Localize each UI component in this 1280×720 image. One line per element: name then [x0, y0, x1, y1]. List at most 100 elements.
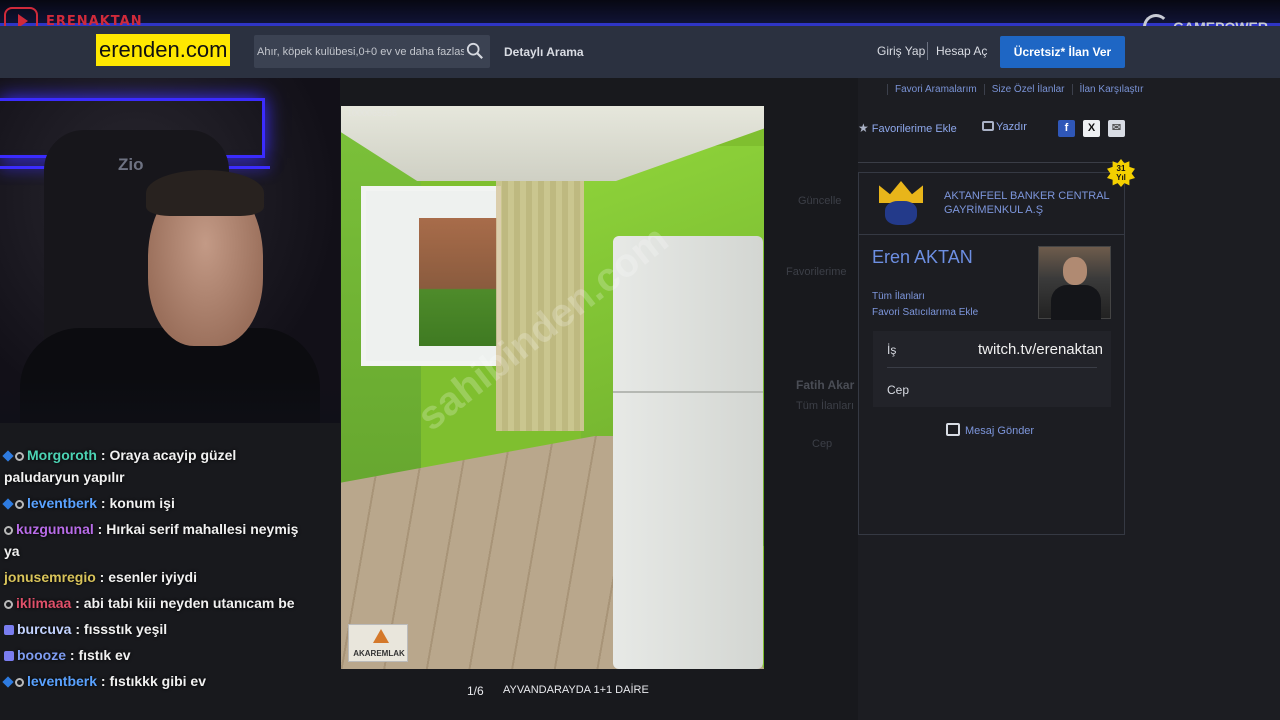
quicklink[interactable]: Size Özel İlanlar: [983, 84, 1072, 95]
photo-caption: 1/6 AYVANDARAYDA 1+1 DAİRE: [341, 676, 764, 706]
chat-username[interactable]: leventberk: [27, 673, 97, 689]
chat-separator: :: [95, 569, 109, 585]
agency-logo-icon: [373, 629, 389, 643]
ring-badge-icon: [4, 599, 13, 609]
register-link[interactable]: Hesap Aç: [936, 44, 987, 58]
favorite-seller-link[interactable]: Favori Satıcılarıma Ekle: [872, 307, 978, 318]
crown-icon: [879, 181, 923, 203]
square-badge-icon: [4, 651, 14, 662]
business-phone-value: twitch.tv/erenaktan: [977, 341, 1103, 358]
site-header: erenden.com Detaylı Arama Giriş Yap Hesa…: [0, 26, 1280, 78]
agency-badge: AKAREMLAK: [348, 624, 408, 662]
message-icon: [946, 423, 960, 436]
chat-separator: :: [93, 521, 107, 537]
chat-separator: :: [97, 495, 110, 511]
chat-overlay: Morgoroth : Oraya acayip güzel paludaryu…: [2, 444, 304, 696]
quicklinks: Favori Aramalarım Size Özel İlanlar İlan K…: [887, 84, 1150, 95]
chat-text: fıstık ev: [78, 647, 131, 663]
send-message-button[interactable]: Mesaj Gönder: [946, 423, 1034, 437]
chat-separator: :: [97, 673, 110, 689]
years-badge: 31 Yıl: [1107, 159, 1135, 187]
facebook-share-icon[interactable]: f: [1058, 120, 1075, 137]
chat-message: leventberk : fıstıkkk gibi ev: [2, 670, 304, 692]
chat-message: kuzgununal : Hırkai serif mahallesi neym…: [4, 518, 304, 562]
webcam-fade: [0, 378, 340, 423]
panel-divider: [858, 162, 1125, 163]
years-badge-unit: Yıl: [1116, 173, 1126, 182]
chat-username[interactable]: kuzgununal: [16, 521, 94, 537]
chat-username[interactable]: leventberk: [27, 495, 97, 511]
photo-id: 1000065266: [347, 108, 398, 118]
chat-username[interactable]: Morgoroth: [27, 447, 97, 463]
contact-box: İş twitch.tv/erenaktan Cep: [873, 331, 1111, 407]
add-favorite-link[interactable]: ★ Favorilerime Ekle: [858, 121, 957, 135]
diamond-badge-icon: [2, 498, 14, 510]
chat-username[interactable]: burcuva: [17, 621, 71, 637]
seller-avatar: [1038, 246, 1111, 320]
bg-favorite-text: Favorilerime: [786, 266, 847, 278]
mobile-phone-label: Cep: [887, 383, 910, 397]
stream-frame: ERENAKTAN GAMEPOWER erenden.com Detaylı …: [0, 0, 1280, 720]
post-ad-button[interactable]: Ücretsiz* İlan Ver: [1000, 36, 1125, 68]
chat-separator: :: [96, 447, 110, 463]
send-message-label: Mesaj Gönder: [965, 425, 1035, 437]
chat-separator: :: [66, 647, 79, 663]
login-link[interactable]: Giriş Yap: [877, 44, 925, 58]
bg-update-text: Güncelle: [798, 195, 842, 207]
diamond-badge-icon: [2, 676, 14, 688]
chat-message: jonusemregio : esenler iyiydi: [4, 566, 304, 588]
chat-message: Morgoroth : Oraya acayip güzel paludaryu…: [2, 444, 304, 488]
chat-username[interactable]: jonusemregio: [4, 569, 96, 585]
chat-text: fıssstık yeşil: [83, 621, 168, 637]
search-box: [254, 35, 490, 68]
print-link[interactable]: Yazdır: [982, 121, 1027, 133]
chat-text: abi tabi kiii neyden utanıcam be: [83, 595, 295, 611]
search-input[interactable]: [254, 35, 464, 68]
store-header[interactable]: AKTANFEEL BANKER CENTRAL GAYRİMENKUL A.Ş…: [859, 159, 1135, 235]
listing-photo[interactable]: 1000065266 sahibinden.com AKAREMLAK: [341, 106, 764, 669]
store-logo: [879, 181, 923, 227]
listing-actions: ★ Favorilerime Ekle Yazdır f X ✉: [858, 118, 1125, 140]
photo-fridge-divider: [613, 391, 763, 393]
quicklink[interactable]: Favori Aramalarım: [887, 84, 984, 95]
contact-divider: [887, 367, 1097, 368]
bg-agent-sub: Tüm İlanları: [796, 400, 855, 412]
listing-title: AYVANDARAYDA 1+1 DAİRE: [503, 684, 649, 696]
store-mascot: [885, 201, 917, 225]
store-name[interactable]: AKTANFEEL BANKER CENTRAL GAYRİMENKUL A.Ş: [944, 189, 1124, 217]
square-badge-icon: [4, 625, 14, 636]
years-badge-number: 31: [1116, 164, 1126, 173]
quicklink[interactable]: İlan Karşılaştır: [1071, 84, 1151, 95]
chat-text: fıstıkkk gibi ev: [109, 673, 206, 689]
photo-fridge: [613, 236, 763, 669]
webcam-overlay: Zio: [0, 78, 340, 423]
chat-text: esenler iyiydi: [108, 569, 197, 585]
add-favorite-label: Favorilerime Ekle: [871, 123, 957, 135]
print-label: Yazdır: [996, 121, 1027, 133]
seller-avatar-head: [1063, 257, 1087, 285]
chat-username[interactable]: boooze: [17, 647, 66, 663]
chat-separator: :: [71, 595, 84, 611]
agency-name: AKAREMLAK: [353, 649, 405, 658]
site-logo[interactable]: erenden.com: [96, 34, 231, 66]
search-icon[interactable]: [466, 42, 484, 60]
streamer-hair: [146, 170, 264, 216]
photo-window-view: [419, 218, 497, 346]
diamond-badge-icon: [2, 450, 14, 462]
chat-message: burcuva : fıssstık yeşil: [4, 618, 304, 640]
stream-banner: ERENAKTAN GAMEPOWER: [0, 0, 1280, 40]
detailed-search-link[interactable]: Detaylı Arama: [504, 45, 584, 59]
all-listings-link[interactable]: Tüm İlanları: [872, 291, 925, 302]
email-share-icon[interactable]: ✉: [1108, 120, 1125, 137]
chat-username[interactable]: iklimaaa: [16, 595, 71, 611]
header-divider: [927, 42, 928, 60]
ring-badge-icon: [4, 525, 13, 535]
chair-brand: Zio: [118, 155, 144, 174]
x-share-icon[interactable]: X: [1083, 120, 1100, 137]
chat-text: konum işi: [109, 495, 175, 511]
ring-badge-icon: [15, 677, 24, 687]
ring-badge-icon: [15, 499, 24, 509]
chat-separator: :: [71, 621, 84, 637]
bg-cep: Cep: [812, 438, 833, 450]
seller-name: Eren AKTAN: [872, 247, 973, 267]
